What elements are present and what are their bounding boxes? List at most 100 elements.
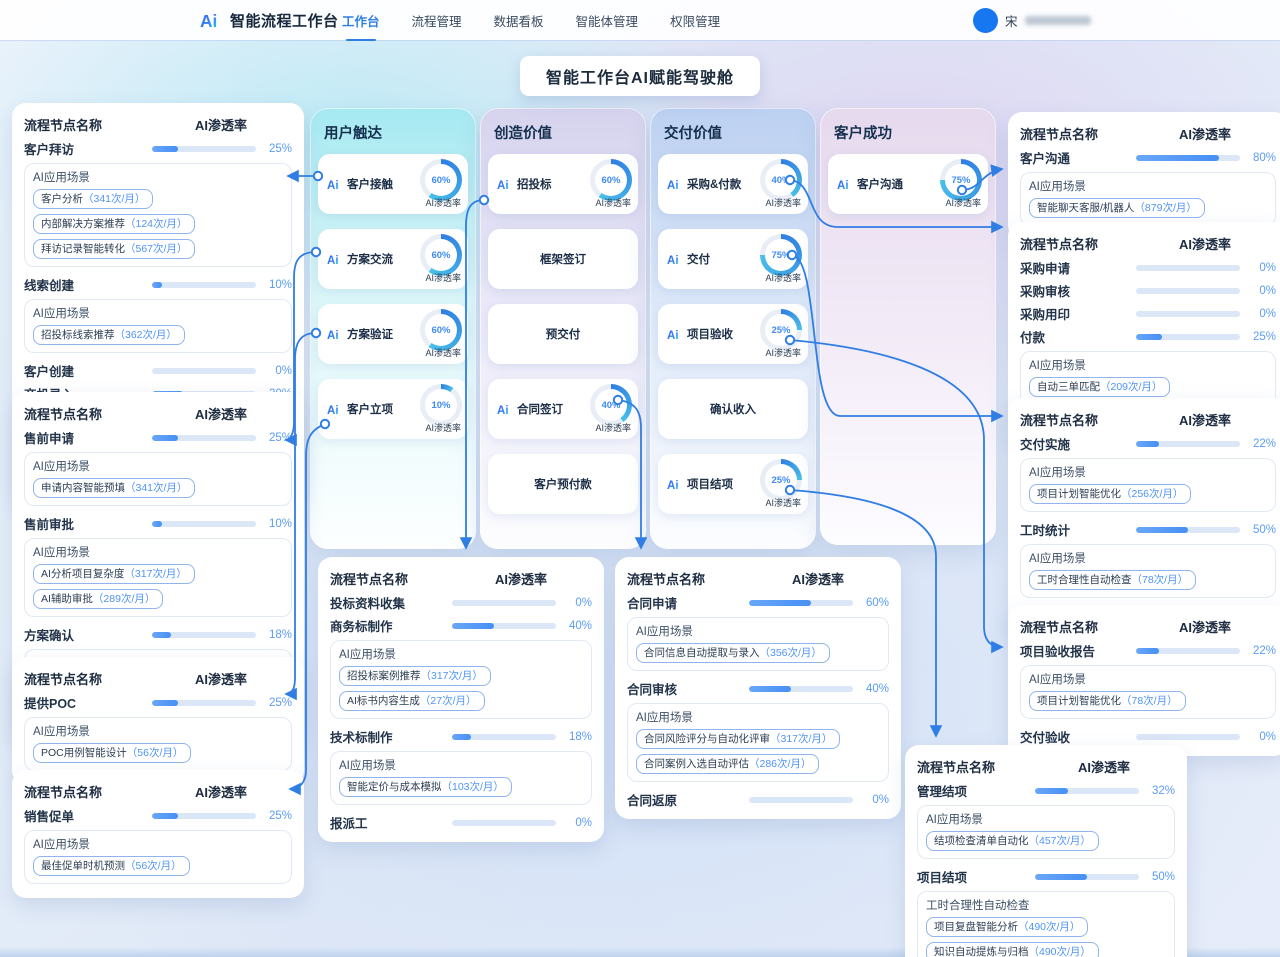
process-node-card[interactable]: 预交付 <box>488 304 638 364</box>
chip-text: 项目计划智能优化 <box>1037 488 1121 500</box>
ai-rate-donut: 25% <box>760 309 802 351</box>
main-nav: 工作台 流程管理 数据看板 智能体管理权限管理 <box>340 0 722 40</box>
ai-scenario-box: AI应用场景客户分析（341次/月）内部解决方案推荐（124次/月）拜访记录智能… <box>24 163 292 267</box>
process-name: 售前审批 <box>24 514 152 533</box>
ai-rate-percent: 25% <box>256 143 292 155</box>
process-name: 售前申请 <box>24 428 152 447</box>
ai-rate-percent: 60% <box>853 597 889 609</box>
ai-rate-bar-fill <box>1035 874 1087 880</box>
process-name: 合同申请 <box>627 593 749 612</box>
chip-text: 项目计划智能优化 <box>1037 695 1121 707</box>
ai-rate-bar <box>1136 334 1240 340</box>
node-name: 项目结项 <box>687 476 733 492</box>
ai-scenario-chip: 项目复盘智能分析（490次/月） <box>926 917 1088 937</box>
process-node-card[interactable]: 项目结项25%AI渗透率 <box>658 454 808 514</box>
process-name: 商务标制作 <box>330 616 452 635</box>
process-node-card[interactable]: 确认收入 <box>658 379 808 439</box>
ai-rate-donut: 40% <box>760 159 802 201</box>
ai-rate-percent: 22% <box>1240 438 1276 450</box>
chip-count: （879次/月） <box>1134 202 1196 214</box>
ai-rate-bar <box>152 632 256 638</box>
ai-rate-percent: 50% <box>1240 524 1276 536</box>
process-node-card[interactable]: 框架签订 <box>488 229 638 289</box>
chip-count: （56次/月） <box>127 747 184 759</box>
ai-logo-icon <box>327 403 343 416</box>
node-label: 客户立项 <box>327 401 393 417</box>
process-node-card[interactable]: 招投标60%AI渗透率 <box>488 154 638 214</box>
process-row: 管理结项32% <box>917 779 1175 802</box>
process-node-card[interactable]: 客户沟通75%AI渗透率 <box>828 154 988 214</box>
nav-tab-智能体管理[interactable]: 智能体管理 <box>574 7 641 34</box>
ai-rate-value: 10% <box>420 384 462 426</box>
ai-rate-donut: 60% <box>420 159 462 201</box>
ai-scenario-box: AI应用场景招投标线索推荐（362次/月） <box>24 299 292 353</box>
process-row: 付款25% <box>1020 325 1276 348</box>
process-row: 商务标制作40% <box>330 614 592 637</box>
process-name: 工时统计 <box>1020 520 1136 539</box>
ai-scenario-chip: AI分析项目复杂度（317次/月） <box>33 564 195 584</box>
rate-col-header: AI渗透率 <box>1033 757 1175 776</box>
chip-text: 智能聊天客服/机器人 <box>1037 202 1134 214</box>
ai-scenario-box: AI应用场景项目计划智能优化（78次/月） <box>1020 665 1276 719</box>
stage-column-cyan: 用户触达客户接触60%AI渗透率方案交流60%AI渗透率方案验证60%AI渗透率… <box>310 108 476 549</box>
ai-scenario-label: AI应用场景 <box>33 723 283 739</box>
user-name: 宋 <box>1005 11 1018 30</box>
process-name: 采购申请 <box>1020 258 1136 277</box>
process-row: 售前审批10% <box>24 512 292 535</box>
process-name: 付款 <box>1020 327 1136 346</box>
ai-scenario-chip: 招投标案例推荐（317次/月） <box>339 666 491 686</box>
user-avatar[interactable] <box>973 8 998 33</box>
chip-text: AI标书内容生成 <box>347 695 420 707</box>
nav-tab-流程管理[interactable]: 流程管理 <box>410 7 464 34</box>
node-label: 框架签订 <box>540 251 586 267</box>
chip-count: （103次/月） <box>442 781 504 793</box>
ai-rate-bar <box>1136 311 1240 317</box>
process-node-card[interactable]: 交付75%AI渗透率 <box>658 229 808 289</box>
process-node-card[interactable]: 项目验收25%AI渗透率 <box>658 304 808 364</box>
process-row: 客户创建0% <box>24 359 292 382</box>
chip-text: 拜访记录智能转化 <box>41 243 125 255</box>
nav-tab-权限管理[interactable]: 权限管理 <box>668 7 722 34</box>
user-account[interactable]: 宋 <box>973 0 1091 40</box>
page-title-banner: 智能工作台AI赋能驾驶舱 <box>520 56 760 96</box>
process-node-card[interactable]: 方案验证60%AI渗透率 <box>318 304 468 364</box>
process-name: 采购审核 <box>1020 281 1136 300</box>
nav-tab-数据看板[interactable]: 数据看板 <box>492 7 546 34</box>
ai-scenario-box: AI应用场景申请内容智能预填（341次/月） <box>24 452 292 506</box>
process-node-card[interactable]: 合同签订40%AI渗透率 <box>488 379 638 439</box>
ai-logo-icon <box>667 178 683 191</box>
ai-scenario-chip: 客户分析（341次/月） <box>33 189 153 209</box>
chip-count: （362次/月） <box>115 329 177 341</box>
nav-tab-工作台[interactable]: 工作台 <box>340 7 382 34</box>
ai-rate-bar <box>152 700 256 706</box>
chip-text: POC用例智能设计 <box>41 747 127 759</box>
process-node-card[interactable]: 采购&付款40%AI渗透率 <box>658 154 808 214</box>
chip-text: 招投标案例推荐 <box>347 670 421 682</box>
ai-rate-bar <box>152 813 256 819</box>
ai-rate-percent: 0% <box>1240 285 1276 297</box>
chip-text: 自动三单匹配 <box>1037 381 1100 393</box>
ai-rate-percent: 40% <box>853 683 889 695</box>
rate-col-header: AI渗透率 <box>450 569 592 588</box>
detail-card-header: 流程节点名称AI渗透率 <box>627 565 889 591</box>
stage-column-blue: 交付价值采购&付款40%AI渗透率交付75%AI渗透率项目验收25%AI渗透率确… <box>650 108 816 549</box>
chip-text: 申请内容智能预填 <box>41 482 125 494</box>
node-label: 项目验收 <box>667 326 733 342</box>
process-node-card[interactable]: 方案交流60%AI渗透率 <box>318 229 468 289</box>
process-node-card[interactable]: 客户接触60%AI渗透率 <box>318 154 468 214</box>
node-name: 客户沟通 <box>857 176 903 192</box>
ai-rate-percent: 10% <box>256 279 292 291</box>
node-name: 项目验收 <box>687 326 733 342</box>
node-name: 方案验证 <box>347 326 393 342</box>
process-node-card[interactable]: 客户预付款 <box>488 454 638 514</box>
ai-rate-donut: 60% <box>420 234 462 276</box>
stage-column-pink: 客户成功客户沟通75%AI渗透率 <box>820 108 996 545</box>
ai-rate-percent: 18% <box>256 629 292 641</box>
ai-rate-percent: 50% <box>1139 871 1175 883</box>
ai-rate-bar <box>1136 648 1240 654</box>
ai-rate-bar-fill <box>1136 648 1159 654</box>
process-node-card[interactable]: 客户立项10%AI渗透率 <box>318 379 468 439</box>
node-label: 确认收入 <box>710 401 756 417</box>
ai-rate-donut: 40% <box>590 384 632 426</box>
ai-rate-bar-fill <box>1136 155 1219 161</box>
